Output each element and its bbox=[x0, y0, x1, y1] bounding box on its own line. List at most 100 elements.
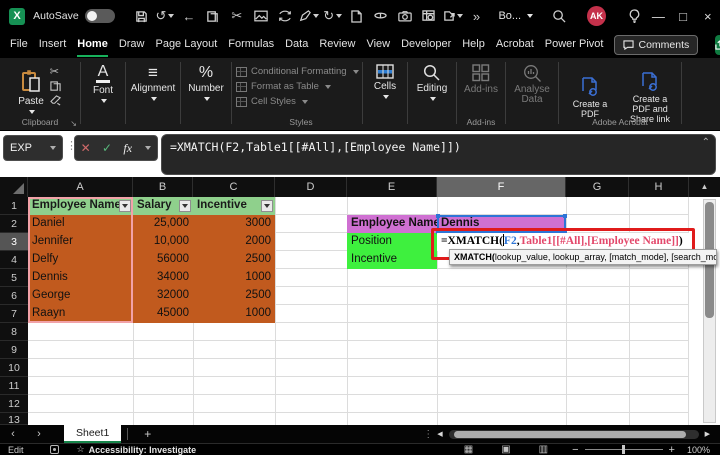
row-header-4[interactable]: 4 bbox=[0, 251, 28, 269]
name-box[interactable]: EXP bbox=[3, 135, 63, 161]
export-icon[interactable] bbox=[443, 6, 463, 26]
accessibility-status[interactable]: Accessibility: Investigate bbox=[89, 445, 197, 455]
tab-view[interactable]: View bbox=[366, 33, 390, 57]
row-header-12[interactable]: 12 bbox=[0, 395, 28, 413]
cut-icon[interactable]: ✂ bbox=[227, 6, 247, 26]
col-header-a[interactable]: A bbox=[28, 177, 133, 197]
insert-function-button[interactable]: fx bbox=[123, 141, 132, 156]
scroll-left-icon[interactable]: ◀ bbox=[433, 430, 446, 438]
cell-a5[interactable]: Dennis bbox=[28, 269, 133, 287]
cell-e2-employee-name[interactable]: Employee Name bbox=[347, 215, 437, 233]
font-menu-button[interactable]: A Font bbox=[93, 58, 113, 103]
zoom-out-button[interactable]: − bbox=[572, 444, 578, 455]
zoom-in-button[interactable]: + bbox=[669, 444, 675, 455]
tab-insert[interactable]: Insert bbox=[39, 33, 67, 57]
cell-c7[interactable]: 1000 bbox=[193, 305, 275, 323]
back-icon[interactable]: ← bbox=[179, 6, 199, 26]
scrollbar-options-icon[interactable]: ⋮ bbox=[423, 429, 433, 440]
cancel-icon[interactable]: ✕ bbox=[81, 141, 91, 155]
create-pdf-share-button[interactable]: Create a PDF and Share link bbox=[624, 65, 676, 124]
cell-a4[interactable]: Delfy bbox=[28, 251, 133, 269]
normal-view-icon[interactable]: ▦ bbox=[464, 444, 473, 455]
addins-button[interactable]: Add-ins bbox=[464, 58, 498, 95]
filter-button[interactable] bbox=[119, 200, 131, 212]
row-header-13[interactable]: 13 bbox=[0, 413, 28, 426]
cell-b3[interactable]: 10,000 bbox=[133, 233, 193, 251]
redo-icon[interactable]: ↻ bbox=[323, 6, 343, 26]
cell-c6[interactable]: 2500 bbox=[193, 287, 275, 305]
search-icon[interactable] bbox=[549, 6, 569, 26]
cell-e4-incentive[interactable]: Incentive bbox=[347, 251, 437, 269]
table-lookup-icon[interactable] bbox=[419, 6, 439, 26]
avatar[interactable]: AK bbox=[587, 6, 607, 26]
tab-page-layout[interactable]: Page Layout bbox=[155, 33, 217, 57]
editing-menu-button[interactable]: Editing bbox=[417, 58, 447, 101]
find-replace-icon[interactable] bbox=[275, 6, 295, 26]
number-menu-button[interactable]: % Number bbox=[188, 58, 224, 101]
cell-c4[interactable]: 2500 bbox=[193, 251, 275, 269]
cell-f2-dennis[interactable]: Dennis bbox=[437, 215, 566, 233]
row-header-6[interactable]: 6 bbox=[0, 287, 28, 305]
enter-icon[interactable]: ✓ bbox=[102, 141, 112, 155]
cell-a6[interactable]: George bbox=[28, 287, 133, 305]
tab-file[interactable]: File bbox=[10, 33, 28, 57]
horizontal-scroll-thumb[interactable] bbox=[453, 430, 686, 438]
col-header-d[interactable]: D bbox=[275, 177, 347, 197]
cell-c1-incentive-header[interactable]: Incentive bbox=[193, 197, 275, 215]
row-header-7[interactable]: 7 bbox=[0, 305, 28, 323]
cell-c3[interactable]: 2000 bbox=[193, 233, 275, 251]
save-icon[interactable] bbox=[131, 6, 151, 26]
row-header-2[interactable]: 2 bbox=[0, 215, 28, 233]
scroll-right-icon[interactable]: ▶ bbox=[701, 430, 714, 438]
tab-acrobat[interactable]: Acrobat bbox=[496, 33, 534, 57]
tab-developer[interactable]: Developer bbox=[401, 33, 451, 57]
conditional-formatting-button[interactable]: Conditional Formatting bbox=[236, 64, 359, 79]
row-header-10[interactable]: 10 bbox=[0, 359, 28, 377]
next-sheet-icon[interactable]: › bbox=[26, 428, 52, 440]
col-header-b[interactable]: B bbox=[133, 177, 193, 197]
ink-pen-icon[interactable] bbox=[299, 6, 319, 26]
col-header-e[interactable]: E bbox=[347, 177, 437, 197]
cell-styles-button[interactable]: Cell Styles bbox=[236, 94, 308, 109]
cell-c2[interactable]: 3000 bbox=[193, 215, 275, 233]
close-button[interactable]: × bbox=[695, 4, 720, 28]
cell-a7[interactable]: Raayn bbox=[28, 305, 133, 323]
tab-review[interactable]: Review bbox=[319, 33, 355, 57]
vertical-scrollbar[interactable] bbox=[703, 199, 716, 423]
scroll-up-icon[interactable]: ▲ bbox=[689, 177, 720, 197]
tab-formulas[interactable]: Formulas bbox=[228, 33, 274, 57]
tab-draw[interactable]: Draw bbox=[119, 33, 145, 57]
zoom-slider-thumb[interactable] bbox=[621, 445, 625, 454]
camera-icon[interactable] bbox=[395, 6, 415, 26]
excel-logo-icon[interactable]: X bbox=[9, 7, 26, 25]
row-header-8[interactable]: 8 bbox=[0, 323, 28, 341]
new-file-icon[interactable] bbox=[347, 6, 367, 26]
cell-a2[interactable]: Daniel bbox=[28, 215, 133, 233]
maximize-button[interactable]: □ bbox=[671, 4, 696, 28]
cell-b5[interactable]: 34000 bbox=[133, 269, 193, 287]
zoom-level[interactable]: 100% bbox=[687, 445, 710, 455]
select-all-button[interactable] bbox=[0, 177, 28, 197]
macro-record-icon[interactable] bbox=[49, 445, 59, 454]
tab-data[interactable]: Data bbox=[285, 33, 308, 57]
cell-b4[interactable]: 56000 bbox=[133, 251, 193, 269]
cut-icon[interactable]: ✂ bbox=[50, 66, 62, 78]
lightbulb-icon[interactable] bbox=[624, 6, 644, 26]
cell-e3-position[interactable]: Position bbox=[347, 233, 437, 251]
clipboard-dialog-launcher[interactable]: ↘ bbox=[70, 119, 77, 128]
row-header-9[interactable]: 9 bbox=[0, 341, 28, 359]
row-header-5[interactable]: 5 bbox=[0, 269, 28, 287]
minimize-button[interactable]: — bbox=[646, 4, 671, 28]
prev-sheet-icon[interactable]: ‹ bbox=[0, 428, 26, 440]
format-painter-icon[interactable] bbox=[49, 95, 62, 106]
analyse-data-button[interactable]: Analyse Data bbox=[506, 58, 558, 105]
col-header-f[interactable]: F bbox=[437, 177, 566, 197]
comments-button[interactable]: Comments bbox=[614, 35, 699, 55]
add-sheet-button[interactable]: + bbox=[134, 427, 161, 441]
autosave-toggle[interactable] bbox=[84, 9, 116, 23]
col-header-c[interactable]: C bbox=[193, 177, 275, 197]
cell-b1-salary-header[interactable]: Salary bbox=[133, 197, 193, 215]
col-header-h[interactable]: H bbox=[629, 177, 689, 197]
cell-b7[interactable]: 45000 bbox=[133, 305, 193, 323]
sheet-tab-active[interactable]: Sheet1 bbox=[64, 425, 122, 443]
